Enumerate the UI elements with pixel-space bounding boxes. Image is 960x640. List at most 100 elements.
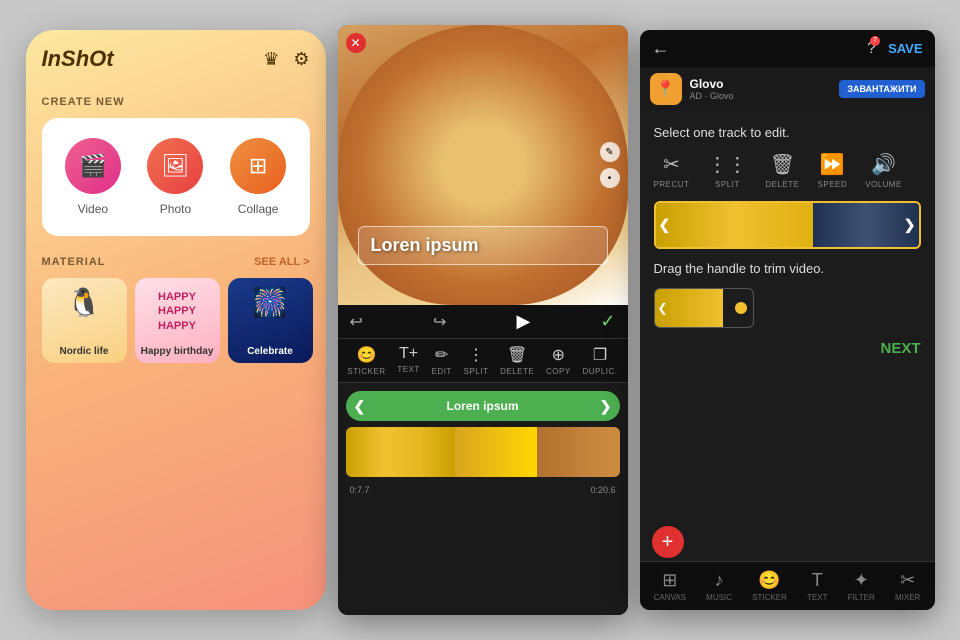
sticker-icon: 😊 [357,345,377,365]
see-all-button[interactable]: SEE ALL > [254,256,309,268]
tool-sticker[interactable]: 😊 STICKER [347,345,385,376]
notification-badge: 7 [870,36,880,46]
edit-dot-top[interactable]: ✎ [600,142,620,162]
split-label3: SPLIT [715,180,740,189]
tool-edit[interactable]: ✏ EDIT [432,345,452,376]
create-item-collage[interactable]: ⊞ Collage [230,138,286,216]
precut-tool[interactable]: ✂ PRECUT [654,152,690,189]
cat-image-area: ✕ Loren ipsum ✎ • [338,25,628,305]
music-tool[interactable]: ♪ MUSIC [706,570,732,602]
video-frame-2 [455,427,537,477]
celebrate-label: Celebrate [228,346,313,357]
inshot-logo: InShOt [42,46,114,72]
main-track-frame-1 [656,203,814,247]
speed-tool[interactable]: ⏩ SPEED [818,152,848,189]
tool-copy[interactable]: ⊕ COPY [546,345,571,376]
text-label-b: TEXT [807,593,827,602]
volume-tool[interactable]: 🔊 VOLUME [865,152,902,189]
timeline-markers: 0:7.7 0:20.6 [346,483,620,497]
material-row: 🐧 Nordic life HAPPYHAPPYHAPPY Happy birt… [42,278,310,363]
create-new-card: 🎬 Video 🖼 Photo ⊞ Collage [42,118,310,236]
speed-label: SPEED [818,180,848,189]
create-item-photo[interactable]: 🖼 Photo [147,138,203,216]
delete-tool[interactable]: 🗑 DELETE [765,152,799,189]
speed-icon: ⏩ [820,152,845,177]
text-overlay-box[interactable]: Loren ipsum [358,226,608,265]
header-right: ? 7 SAVE [867,40,922,58]
material-card-birthday[interactable]: HAPPYHAPPYHAPPY Happy birthday [135,278,220,363]
duplic-label: DUPLIC. [582,367,617,376]
video-strip [346,427,620,477]
material-card-nordic[interactable]: 🐧 Nordic life [42,278,127,363]
edit-icon: ✏ [435,345,448,365]
track-right-arrow: ❯ [600,398,612,415]
text-track-label: Loren ipsum [446,399,518,413]
sticker-icon-b: 😊 [758,570,780,591]
close-button[interactable]: ✕ [346,33,366,53]
main-track-frame-2 [813,203,918,247]
filter-icon: ✦ [854,570,869,591]
check-icon[interactable]: ✓ [600,311,615,332]
edit-dot-bottom[interactable]: • [600,168,620,188]
edit-label: EDIT [432,367,452,376]
filter-tool[interactable]: ✦ FILTER [848,570,875,602]
ad-banner: 📍 Glovo AD · Glovo ЗАВАНТАЖИТИ [640,67,935,111]
phone2: ✕ Loren ipsum ✎ • ↩ ↪ ▶ ✓ 😊 STICKER T+ [338,25,628,615]
volume-icon: 🔊 [871,152,896,177]
track-left-arrow: ❮ [354,398,366,415]
phone2-timeline: ❮ Loren ipsum ❯ 0:7.7 0:20.6 [338,383,628,615]
music-label: MUSIC [706,593,732,602]
phone1-header: InShOt ♛ ⚙ [42,46,310,72]
mixer-tool[interactable]: ✂ MIXER [895,570,920,602]
video-frame-3 [537,427,619,477]
header-icons: ♛ ⚙ [263,49,309,70]
phone3-bottom-toolbar: ⊞ CANVAS ♪ MUSIC 😊 STICKER T TEXT ✦ FILT… [640,561,935,610]
next-button[interactable]: NEXT [654,340,921,357]
video-track-main[interactable]: ❮ ❯ [654,201,921,249]
help-button[interactable]: ? 7 [867,40,876,58]
video-icon-circle: 🎬 [65,138,121,194]
canvas-tool[interactable]: ⊞ CANVAS [654,570,686,602]
settings-icon[interactable]: ⚙ [293,49,309,70]
save-button[interactable]: SAVE [888,41,922,56]
tool-duplic[interactable]: ❐ DUPLIC. [582,345,617,376]
mini-track-dot [735,302,747,314]
back-arrow-icon[interactable]: ← [652,38,670,59]
video-frame-1 [346,427,456,477]
phone2-controls: ↩ ↪ ▶ ✓ [338,305,628,338]
ad-tag: AD · Glovo [690,91,734,101]
text-tool-b[interactable]: T TEXT [807,570,827,602]
filter-label: FILTER [848,593,875,602]
photo-icon: 🖼 [162,153,190,179]
nordic-icon: 🐧 [67,286,102,319]
sticker-tool-b[interactable]: 😊 STICKER [752,570,787,602]
music-icon: ♪ [715,570,724,591]
ad-download-button[interactable]: ЗАВАНТАЖИТИ [839,80,924,98]
text-track[interactable]: ❮ Loren ipsum ❯ [346,391,620,421]
tool-text[interactable]: T+ TEXT [397,345,419,376]
track-left-chevron[interactable]: ❮ [659,217,671,234]
collage-icon: ⊞ [249,153,267,179]
scissors-icon: ✂ [663,152,680,177]
split-tool[interactable]: ⋮⋮ SPLIT [707,152,747,189]
text-icon-b: T [812,570,823,591]
play-icon[interactable]: ▶ [516,311,530,332]
birthday-label: Happy birthday [135,346,220,357]
material-card-celebrate[interactable]: 🎆 Celebrate [228,278,313,363]
tool-delete[interactable]: 🗑 DELETE [500,345,534,376]
undo-icon[interactable]: ↩ [350,312,363,332]
phone1: InShOt ♛ ⚙ CREATE NEW 🎬 Video 🖼 Photo [26,30,326,610]
tool-split[interactable]: ⋮ SPLIT [464,345,489,376]
material-label: MATERIAL [42,256,106,268]
canvas-icon: ⊞ [662,570,677,591]
time-start: 0:7.7 [350,485,370,495]
ad-info: 📍 Glovo AD · Glovo [650,73,734,105]
text-overlay: Loren ipsum [371,235,479,255]
crown-icon[interactable]: ♛ [263,49,279,70]
add-button[interactable]: + [652,526,684,558]
delete-label3: DELETE [765,180,799,189]
track-right-chevron[interactable]: ❯ [904,217,916,234]
mini-track[interactable]: ❮ [654,288,754,328]
create-item-video[interactable]: 🎬 Video [65,138,121,216]
redo-icon[interactable]: ↪ [433,312,446,332]
